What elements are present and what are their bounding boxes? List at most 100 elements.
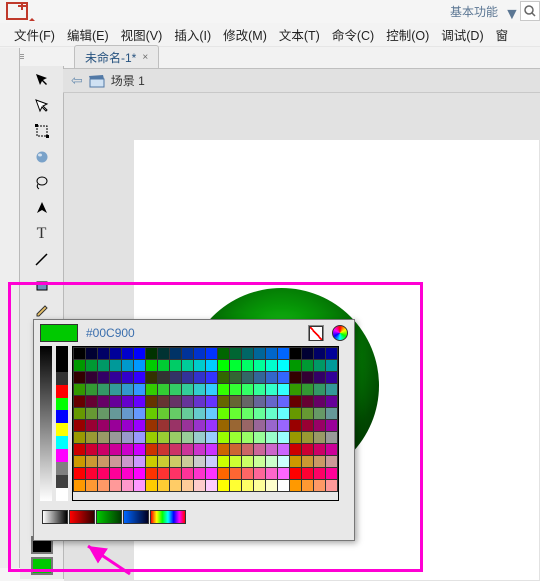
palette-cell[interactable]	[278, 348, 290, 360]
palette-cell[interactable]	[194, 348, 206, 360]
palette-cell[interactable]	[302, 360, 314, 372]
basic-color-cell[interactable]	[56, 436, 68, 449]
palette-cell[interactable]	[206, 432, 218, 444]
palette-cell[interactable]	[218, 468, 230, 480]
palette-cell[interactable]	[98, 456, 110, 468]
palette-cell[interactable]	[122, 480, 134, 492]
workspace-label[interactable]: 基本功能	[450, 3, 498, 20]
no-color-button[interactable]	[308, 325, 324, 341]
scene-name[interactable]: 场景 1	[111, 72, 145, 89]
palette-cell[interactable]	[122, 456, 134, 468]
palette-cell[interactable]	[134, 420, 146, 432]
palette-cell[interactable]	[242, 468, 254, 480]
palette-cell[interactable]	[278, 456, 290, 468]
palette-cell[interactable]	[206, 348, 218, 360]
palette-cell[interactable]	[206, 396, 218, 408]
basic-color-cell[interactable]	[56, 488, 68, 501]
palette-cell[interactable]	[326, 420, 338, 432]
palette-cell[interactable]	[86, 384, 98, 396]
palette-cell[interactable]	[314, 348, 326, 360]
palette-cell[interactable]	[74, 384, 86, 396]
palette-cell[interactable]	[134, 468, 146, 480]
palette-cell[interactable]	[254, 396, 266, 408]
palette-cell[interactable]	[230, 396, 242, 408]
palette-cell[interactable]	[290, 396, 302, 408]
palette-cell[interactable]	[86, 372, 98, 384]
gradient-preset[interactable]	[96, 510, 122, 524]
close-tab-icon[interactable]: ×	[142, 52, 148, 63]
palette-cell[interactable]	[230, 372, 242, 384]
palette-cell[interactable]	[206, 420, 218, 432]
palette-cell[interactable]	[326, 480, 338, 492]
palette-cell[interactable]	[242, 432, 254, 444]
palette-cell[interactable]	[122, 444, 134, 456]
palette-cell[interactable]	[146, 384, 158, 396]
palette-cell[interactable]	[254, 468, 266, 480]
palette-cell[interactable]	[158, 408, 170, 420]
basic-color-cell[interactable]	[56, 423, 68, 436]
palette-cell[interactable]	[194, 396, 206, 408]
palette-cell[interactable]	[242, 480, 254, 492]
palette-cell[interactable]	[278, 480, 290, 492]
palette-cell[interactable]	[290, 408, 302, 420]
palette-cell[interactable]	[182, 408, 194, 420]
palette-cell[interactable]	[158, 444, 170, 456]
basic-color-cell[interactable]	[56, 398, 68, 411]
palette-cell[interactable]	[182, 348, 194, 360]
palette-cell[interactable]	[110, 408, 122, 420]
gradient-preset[interactable]	[69, 510, 95, 524]
palette-cell[interactable]	[110, 420, 122, 432]
palette-cell[interactable]	[314, 372, 326, 384]
palette-cell[interactable]	[254, 348, 266, 360]
basic-color-cell[interactable]	[56, 359, 68, 372]
palette-cell[interactable]	[314, 444, 326, 456]
gradient-preset[interactable]	[150, 510, 186, 524]
palette-cell[interactable]	[182, 420, 194, 432]
palette-cell[interactable]	[122, 360, 134, 372]
palette-cell[interactable]	[98, 420, 110, 432]
palette-cell[interactable]	[254, 420, 266, 432]
palette-cell[interactable]	[326, 468, 338, 480]
palette-cell[interactable]	[122, 408, 134, 420]
palette-cell[interactable]	[158, 396, 170, 408]
menu-commands[interactable]: 命令(C)	[332, 25, 374, 44]
palette-cell[interactable]	[110, 480, 122, 492]
palette-cell[interactable]	[98, 444, 110, 456]
palette-cell[interactable]	[86, 480, 98, 492]
palette-cell[interactable]	[122, 384, 134, 396]
menu-insert[interactable]: 插入(I)	[174, 25, 211, 44]
palette-cell[interactable]	[278, 444, 290, 456]
palette-cell[interactable]	[182, 360, 194, 372]
palette-cell[interactable]	[98, 396, 110, 408]
menu-text[interactable]: 文本(T)	[279, 25, 320, 44]
palette-cell[interactable]	[194, 444, 206, 456]
palette-cell[interactable]	[290, 384, 302, 396]
palette-cell[interactable]	[122, 348, 134, 360]
palette-cell[interactable]	[302, 396, 314, 408]
palette-cell[interactable]	[86, 432, 98, 444]
palette-cell[interactable]	[86, 408, 98, 420]
palette-cell[interactable]	[122, 372, 134, 384]
palette-cell[interactable]	[170, 396, 182, 408]
palette-cell[interactable]	[98, 432, 110, 444]
palette-cell[interactable]	[170, 444, 182, 456]
palette-cell[interactable]	[110, 456, 122, 468]
palette-cell[interactable]	[266, 420, 278, 432]
palette-cell[interactable]	[278, 372, 290, 384]
palette-cell[interactable]	[314, 384, 326, 396]
palette-cell[interactable]	[98, 408, 110, 420]
palette-cell[interactable]	[206, 468, 218, 480]
palette-cell[interactable]	[326, 384, 338, 396]
palette-cell[interactable]	[194, 360, 206, 372]
palette-cell[interactable]	[230, 444, 242, 456]
palette-cell[interactable]	[242, 456, 254, 468]
palette-cell[interactable]	[74, 432, 86, 444]
palette-cell[interactable]	[194, 456, 206, 468]
palette-cell[interactable]	[86, 348, 98, 360]
palette-cell[interactable]	[266, 444, 278, 456]
palette-cell[interactable]	[242, 396, 254, 408]
palette-cell[interactable]	[302, 456, 314, 468]
palette-cell[interactable]	[194, 408, 206, 420]
palette-cell[interactable]	[98, 372, 110, 384]
palette-cell[interactable]	[230, 348, 242, 360]
